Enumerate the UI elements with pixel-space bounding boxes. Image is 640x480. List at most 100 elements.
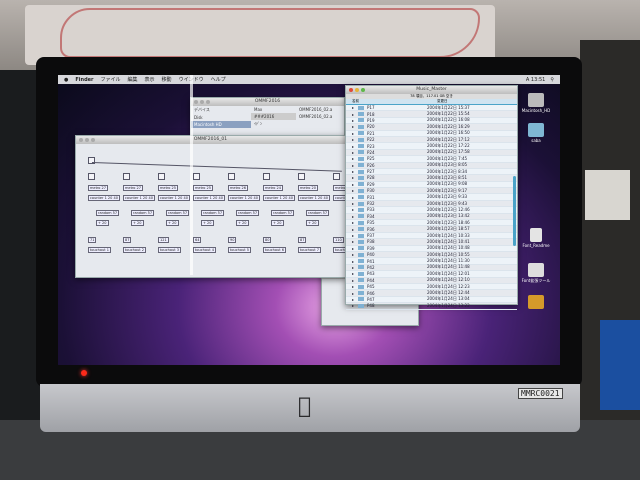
disclosure-triangle-icon[interactable]: ▸ xyxy=(352,124,354,129)
toggle-box[interactable] xyxy=(263,173,270,180)
disclosure-triangle-icon[interactable]: ▸ xyxy=(352,259,354,264)
disclosure-triangle-icon[interactable]: ▸ xyxy=(352,214,354,219)
number-box[interactable]: 87 xyxy=(298,237,307,243)
disclosure-triangle-icon[interactable]: ▸ xyxy=(352,163,354,168)
desktop-icon-readme[interactable]: Font_Readme xyxy=(516,228,556,248)
number-box[interactable]: 80 xyxy=(263,237,272,243)
metro-object[interactable]: metro 24 xyxy=(263,185,284,191)
touchout-object[interactable]: touchout 7 xyxy=(298,247,321,253)
column-item[interactable]: ###2016 xyxy=(251,113,296,120)
touchout-object[interactable]: touchout 6 xyxy=(263,247,286,253)
disclosure-triangle-icon[interactable]: ▸ xyxy=(352,278,354,283)
toggle-box[interactable] xyxy=(123,173,130,180)
random-object[interactable]: random 57 xyxy=(166,210,190,216)
col-name[interactable]: 名前 xyxy=(352,99,437,104)
counter-object[interactable]: counter 1 20 40 xyxy=(88,195,120,201)
disclosure-triangle-icon[interactable]: ▸ xyxy=(352,201,354,206)
toggle-box[interactable] xyxy=(228,173,235,180)
column-item[interactable]: Max xyxy=(251,106,296,113)
counter-object[interactable]: counter 1 20 40 xyxy=(123,195,155,201)
disclosure-triangle-icon[interactable]: ▸ xyxy=(352,150,354,155)
disclosure-triangle-icon[interactable]: ▸ xyxy=(352,182,354,187)
disclosure-triangle-icon[interactable]: ▸ xyxy=(352,246,354,251)
toggle-box[interactable] xyxy=(88,173,95,180)
col-date[interactable]: 変更日 xyxy=(437,99,448,104)
metro-object[interactable]: metro 20 xyxy=(298,185,319,191)
disclosure-triangle-icon[interactable]: ▸ xyxy=(352,175,354,180)
file-item[interactable]: OMMF2016_02.a xyxy=(296,106,335,113)
menu-go[interactable]: 移動 xyxy=(162,76,172,83)
disclosure-triangle-icon[interactable]: ▸ xyxy=(352,188,354,193)
disclosure-triangle-icon[interactable]: ▸ xyxy=(352,220,354,225)
disclosure-triangle-icon[interactable]: ▸ xyxy=(352,112,354,117)
disclosure-triangle-icon[interactable]: ▸ xyxy=(352,265,354,270)
music-titlebar[interactable]: Music_Master xyxy=(346,86,517,94)
spotlight-icon[interactable]: ⚲ xyxy=(550,77,554,83)
disclosure-triangle-icon[interactable]: ▸ xyxy=(352,252,354,257)
desktop-icon-tool[interactable]: Font拡張ツール xyxy=(516,263,556,284)
add-object[interactable]: + 20 xyxy=(201,220,214,226)
number-box[interactable]: 87 xyxy=(123,237,132,243)
clock[interactable]: A 13:51 xyxy=(526,77,545,83)
touchout-object[interactable]: touchout 5 xyxy=(228,247,251,253)
random-object[interactable]: random 57 xyxy=(96,210,120,216)
counter-object[interactable]: counter 1 20 40 xyxy=(158,195,190,201)
disclosure-triangle-icon[interactable]: ▸ xyxy=(352,291,354,296)
random-object[interactable]: random 57 xyxy=(131,210,155,216)
random-object[interactable]: random 57 xyxy=(306,210,330,216)
add-object[interactable]: + 20 xyxy=(236,220,249,226)
disclosure-triangle-icon[interactable]: ▸ xyxy=(352,239,354,244)
disclosure-triangle-icon[interactable]: ▸ xyxy=(352,207,354,212)
disclosure-triangle-icon[interactable]: ▸ xyxy=(352,131,354,136)
number-box[interactable]: 64 xyxy=(193,237,202,243)
add-object[interactable]: + 20 xyxy=(271,220,284,226)
metro-object[interactable]: metro 25 xyxy=(193,185,214,191)
disclosure-triangle-icon[interactable]: ▸ xyxy=(352,233,354,238)
max-titlebar[interactable]: OMMF2016_01 xyxy=(76,136,345,144)
disclosure-triangle-icon[interactable]: ▸ xyxy=(352,144,354,149)
random-object[interactable]: random 57 xyxy=(271,210,295,216)
toggle-box[interactable] xyxy=(193,173,200,180)
menu-edit[interactable]: 編集 xyxy=(128,76,138,83)
metro-object[interactable]: metro 26 xyxy=(228,185,249,191)
disclosure-triangle-icon[interactable]: ▸ xyxy=(352,118,354,123)
metro-object[interactable]: metro 25 xyxy=(158,185,179,191)
disclosure-triangle-icon[interactable]: ▸ xyxy=(352,156,354,161)
finder-titlebar[interactable]: OMMF2016 xyxy=(191,98,344,106)
menu-file[interactable]: ファイル xyxy=(101,76,121,83)
counter-object[interactable]: counter 1 20 40 xyxy=(193,195,225,201)
add-object[interactable]: + 20 xyxy=(166,220,179,226)
touchout-object[interactable]: touchout 2 xyxy=(123,247,146,253)
list-item[interactable]: ▸ P48 2004年1月24日 13:22 xyxy=(346,303,517,310)
metro-object[interactable]: metro 27 xyxy=(88,185,109,191)
file-item[interactable]: OMMF2016_02.a xyxy=(296,113,335,120)
random-object[interactable]: random 57 xyxy=(201,210,225,216)
number-box[interactable]: 90 xyxy=(228,237,237,243)
number-box[interactable]: 71 xyxy=(88,237,97,243)
sidebar-item-hd[interactable]: Macintosh HD xyxy=(191,121,251,128)
touchout-object[interactable]: touchout 3 xyxy=(158,247,181,253)
number-box[interactable]: 121 xyxy=(158,237,169,243)
counter-object[interactable]: counter 1 20 40 xyxy=(228,195,260,201)
touchout-object[interactable]: touchout 1 xyxy=(88,247,111,253)
disclosure-triangle-icon[interactable]: ▸ xyxy=(352,303,354,308)
disclosure-triangle-icon[interactable]: ▸ xyxy=(352,169,354,174)
counter-object[interactable]: counter 1 20 40 xyxy=(263,195,295,201)
disclosure-triangle-icon[interactable]: ▸ xyxy=(352,227,354,232)
disclosure-triangle-icon[interactable]: ▸ xyxy=(352,297,354,302)
toggle-box[interactable] xyxy=(298,173,305,180)
disclosure-triangle-icon[interactable]: ▸ xyxy=(352,271,354,276)
sidebar-item-disk[interactable]: Disk xyxy=(191,114,251,121)
toggle-box[interactable] xyxy=(333,173,340,180)
apple-menu-icon[interactable]: ● xyxy=(64,77,68,83)
desktop-icon-hd[interactable]: Macintosh_HD xyxy=(516,93,556,113)
counter-object[interactable]: counter 1 20 40 xyxy=(298,195,330,201)
menu-help[interactable]: ヘルプ xyxy=(211,76,226,83)
desktop-icon-folder[interactable]: saba xyxy=(516,123,556,143)
random-object[interactable]: random 57 xyxy=(236,210,260,216)
menu-finder[interactable]: Finder xyxy=(75,77,93,83)
add-object[interactable]: + 20 xyxy=(306,220,319,226)
disclosure-triangle-icon[interactable]: ▸ xyxy=(352,105,354,110)
desktop-icon-disk-image[interactable] xyxy=(516,295,556,310)
column-item[interactable]: ｲﾃﾞﾝ xyxy=(251,120,296,128)
